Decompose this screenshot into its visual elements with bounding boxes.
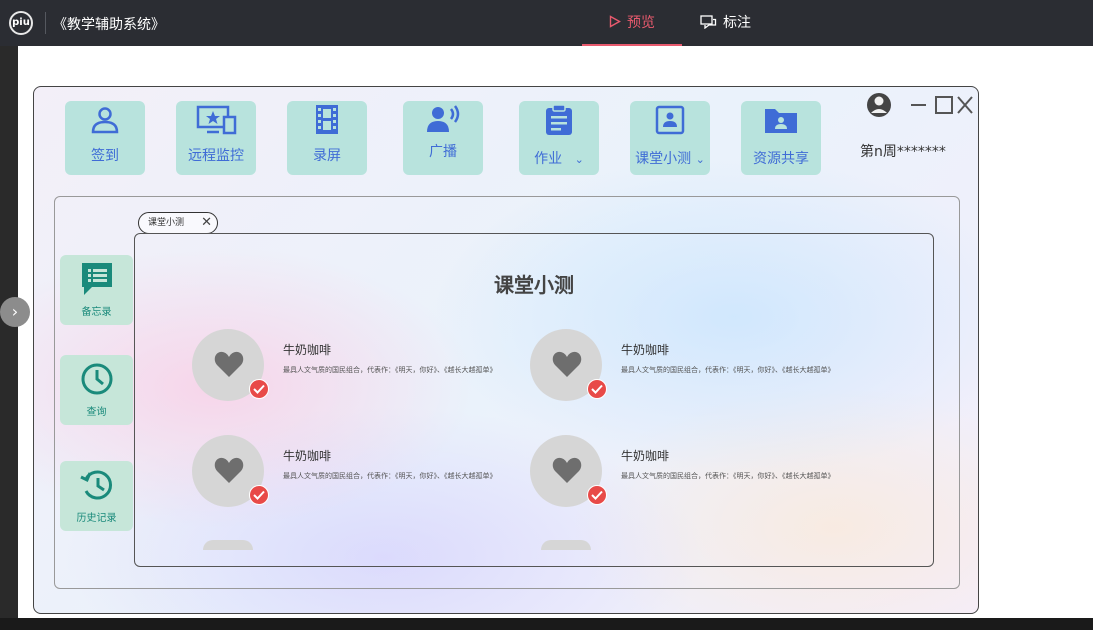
toolbar-label: 课堂小测 ⌄ <box>630 148 710 168</box>
clipboard-icon <box>546 105 572 135</box>
sidebar-item-history[interactable]: 历史记录 <box>60 461 133 531</box>
list-item[interactable]: 牛奶咖啡 最具人文气质的国民组合，代表作：《明天，你好》、《越长大越孤单》 <box>530 435 860 525</box>
clock-icon <box>81 363 113 395</box>
sidebar-item-label: 查询 <box>86 407 107 418</box>
toolbar-homework-dropdown[interactable]: 作业 ⌄ <box>519 101 599 175</box>
app-window: 签到 远程监控 录屏 广播 作业 ⌄ 课堂小测 ⌄ 资源共享 第n周******… <box>33 86 979 614</box>
chevron-down-icon: ⌄ <box>695 153 705 166</box>
play-icon <box>609 15 621 28</box>
heart-icon <box>552 457 582 483</box>
toolbar-label: 广播 <box>429 144 457 160</box>
toolbar-quiz-dropdown[interactable]: 课堂小测 ⌄ <box>630 101 710 175</box>
close-icon[interactable] <box>957 96 973 114</box>
comment-icon <box>700 15 717 30</box>
quiz-content: 课堂小测 牛奶咖啡 最具人文气质的国民组合，代表作：《明天，你好》、《越长大越孤… <box>134 233 934 567</box>
monitor-icon <box>196 105 237 135</box>
check-icon <box>587 379 607 399</box>
page-title: 课堂小测 <box>494 273 574 297</box>
tab-label: 标注 <box>723 15 751 31</box>
item-name: 牛奶咖啡 <box>621 449 670 463</box>
item-name: 牛奶咖啡 <box>283 343 332 357</box>
top-bar: piu 《教学辅助系统》 预览 标注 <box>0 0 1093 46</box>
toolbar-label: 远程监控 <box>188 148 244 164</box>
chevron-right-icon[interactable]: › <box>0 297 30 327</box>
item-description: 最具人文气质的国民组合，代表作：《明天，你好》、《越长大越孤单》 <box>283 472 497 480</box>
item-name: 牛奶咖啡 <box>283 449 332 463</box>
tab-quiz[interactable]: 课堂小测 ✕ <box>138 212 218 234</box>
chevron-down-icon: ⌄ <box>574 153 584 166</box>
bottom-bar <box>0 618 1093 630</box>
toolbar-label: 录屏 <box>313 148 341 164</box>
toolbar-share-button[interactable]: 资源共享 <box>741 101 821 175</box>
tab-preview[interactable]: 预览 <box>582 0 682 46</box>
history-icon <box>80 470 113 500</box>
week-user-label: 第n周******* <box>860 144 946 160</box>
tab-label: 课堂小测 <box>148 218 185 228</box>
user-icon <box>91 107 119 134</box>
heart-icon <box>552 351 582 377</box>
list-item[interactable]: 牛奶咖啡 最具人文气质的国民组合，代表作：《明天，你好》、《越长大越孤单》 <box>192 329 522 419</box>
memo-icon <box>82 263 112 295</box>
item-name: 牛奶咖啡 <box>621 343 670 357</box>
heart-icon <box>214 457 244 483</box>
divider <box>45 12 46 34</box>
heart-icon <box>214 351 244 377</box>
check-icon <box>249 485 269 505</box>
window-controls <box>867 93 973 117</box>
folder-icon <box>765 109 797 133</box>
avatar <box>203 540 253 550</box>
toolbar-monitor-button[interactable]: 远程监控 <box>176 101 256 175</box>
app-logo: piu <box>9 11 33 35</box>
portrait-icon <box>655 105 685 135</box>
item-description: 最具人文气质的国民组合，代表作：《明天，你好》、《越长大越孤单》 <box>283 366 497 374</box>
toolbar-label: 作业 ⌄ <box>519 148 599 168</box>
sidebar-item-label: 历史记录 <box>76 513 117 524</box>
list-item[interactable]: 牛奶咖啡 最具人文气质的国民组合，代表作：《明天，你好》、《越长大越孤单》 <box>530 329 860 419</box>
maximize-icon[interactable] <box>935 96 953 114</box>
toolbar-label-text: 课堂小测 <box>635 151 692 167</box>
sidebar-item-label: 备忘录 <box>81 307 112 318</box>
sidebar-item-memo[interactable]: 备忘录 <box>60 255 133 325</box>
close-icon[interactable]: ✕ <box>201 213 212 233</box>
check-icon <box>249 379 269 399</box>
toolbar-label: 签到 <box>91 148 119 164</box>
tab-annotate[interactable]: 标注 <box>700 0 751 46</box>
tab-label: 预览 <box>627 15 655 31</box>
toolbar-record-button[interactable]: 录屏 <box>287 101 367 175</box>
left-strip <box>0 46 18 618</box>
toolbar-label-text: 作业 <box>534 151 563 167</box>
account-icon[interactable] <box>867 93 891 117</box>
item-description: 最具人文气质的国民组合，代表作：《明天，你好》、《越长大越孤单》 <box>621 472 835 480</box>
check-icon <box>587 485 607 505</box>
film-icon <box>316 105 338 134</box>
sidebar-item-query[interactable]: 查询 <box>60 355 133 425</box>
toolbar-signin-button[interactable]: 签到 <box>65 101 145 175</box>
toolbar-broadcast-button[interactable]: 广播 <box>403 101 483 175</box>
item-description: 最具人文气质的国民组合，代表作：《明天，你好》、《越长大越孤单》 <box>621 366 835 374</box>
app-title: 《教学辅助系统》 <box>53 17 165 33</box>
avatar <box>541 540 591 550</box>
broadcast-icon <box>427 105 460 132</box>
list-item[interactable]: 牛奶咖啡 最具人文气质的国民组合，代表作：《明天，你好》、《越长大越孤单》 <box>192 435 522 525</box>
toolbar-label: 资源共享 <box>753 151 809 167</box>
